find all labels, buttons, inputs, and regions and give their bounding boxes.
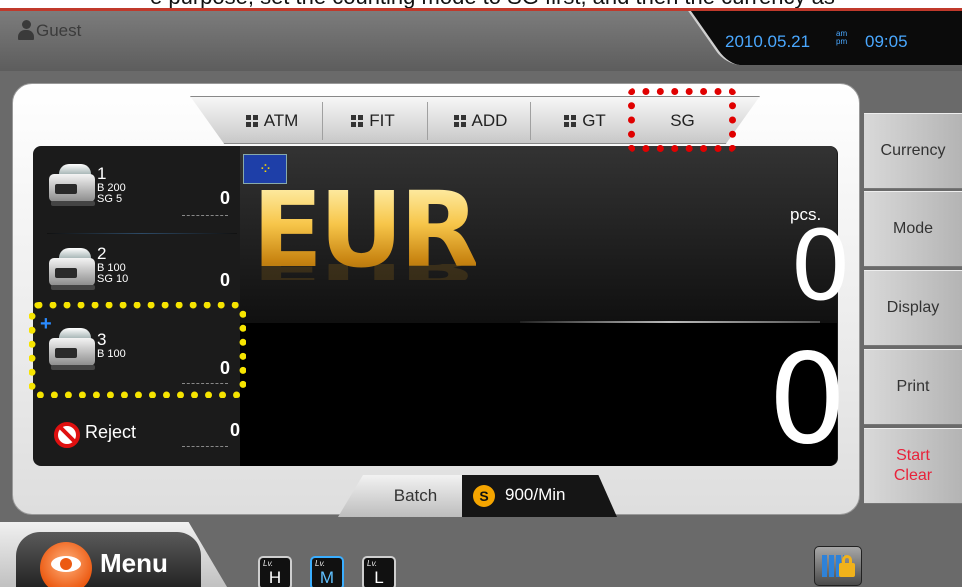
level-letter: L	[374, 568, 384, 587]
clock-time: 09:05	[865, 32, 908, 51]
lv-prefix: Lv.	[263, 559, 274, 568]
print-button[interactable]: Print	[864, 349, 962, 425]
tab-separator	[322, 102, 323, 140]
tab-gt-label: GT	[582, 111, 606, 130]
grid-icon	[245, 115, 258, 127]
tab-gt[interactable]: GT	[545, 100, 625, 142]
user-icon	[18, 20, 34, 40]
document-caption: e purpose, set the counting mode to SG f…	[0, 0, 962, 8]
pocket-dash	[182, 446, 228, 447]
divider-line	[520, 321, 820, 323]
counter-machine-icon	[49, 248, 97, 290]
total-value: 0	[768, 328, 847, 472]
sg-tab-highlight	[628, 88, 736, 152]
reject-count: 0	[229, 420, 240, 440]
caption-text: e purpose, set the counting mode to SG f…	[150, 0, 950, 8]
pocket-sg: SG 5	[97, 193, 123, 205]
level-letter: H	[268, 568, 282, 587]
level-m-button[interactable]: Lv. M	[310, 556, 344, 587]
tab-fit[interactable]: FIT	[333, 100, 413, 142]
level-l-button[interactable]: Lv. L	[362, 556, 396, 587]
start-clear-button[interactable]: Start Clear	[864, 428, 962, 504]
level-letter: M	[319, 568, 335, 587]
grid-icon	[564, 115, 577, 127]
pocket-number: 2	[97, 244, 107, 263]
pocket-1[interactable]: 1 B 200 SG 5 0	[37, 158, 240, 238]
pocket-count: 0	[219, 188, 230, 208]
tab-separator	[427, 102, 428, 140]
eye-icon	[40, 542, 92, 587]
clock-ampm: am pm	[836, 30, 847, 46]
tab-add-label: ADD	[471, 111, 508, 130]
speed-label: 900/Min	[505, 485, 566, 504]
tab-separator	[530, 102, 531, 140]
clock-date: 2010.05.21	[725, 32, 811, 51]
pocket-number: 1	[97, 164, 107, 183]
lv-prefix: Lv.	[367, 559, 378, 568]
counter-screen: e purpose, set the counting mode to SG f…	[0, 0, 962, 587]
tab-fit-label: FIT	[369, 111, 395, 130]
display-button[interactable]: Display	[864, 270, 962, 346]
pocket-count: 0	[219, 270, 230, 290]
counter-machine-icon	[49, 164, 97, 206]
pcs-value: 0	[790, 210, 852, 322]
pocket-sg: SG 10	[97, 273, 129, 285]
total-band	[240, 323, 837, 466]
grid-icon	[453, 115, 466, 127]
grid-icon	[351, 115, 364, 127]
lv-prefix: Lv.	[315, 559, 326, 568]
clear-label: Clear	[893, 467, 933, 484]
tab-atm-label: ATM	[263, 111, 299, 130]
tab-atm[interactable]: ATM	[232, 100, 312, 142]
user-label: Guest	[36, 21, 82, 40]
start-label: Start	[896, 447, 930, 464]
level-h-button[interactable]: Lv. H	[258, 556, 292, 587]
keypad-lock-icon[interactable]	[814, 546, 862, 586]
menu-label: Menu	[100, 548, 168, 578]
currency-button[interactable]: Currency	[864, 113, 962, 189]
speed-icon: S	[473, 485, 495, 507]
mode-button[interactable]: Mode	[864, 191, 962, 267]
currency-reflection: EUR	[252, 264, 476, 280]
pocket-separator	[47, 233, 237, 234]
pocket-dash	[182, 215, 228, 216]
pm-label: pm	[836, 37, 848, 46]
tab-add[interactable]: ADD	[438, 100, 523, 142]
pocket-3-highlight	[29, 302, 246, 398]
